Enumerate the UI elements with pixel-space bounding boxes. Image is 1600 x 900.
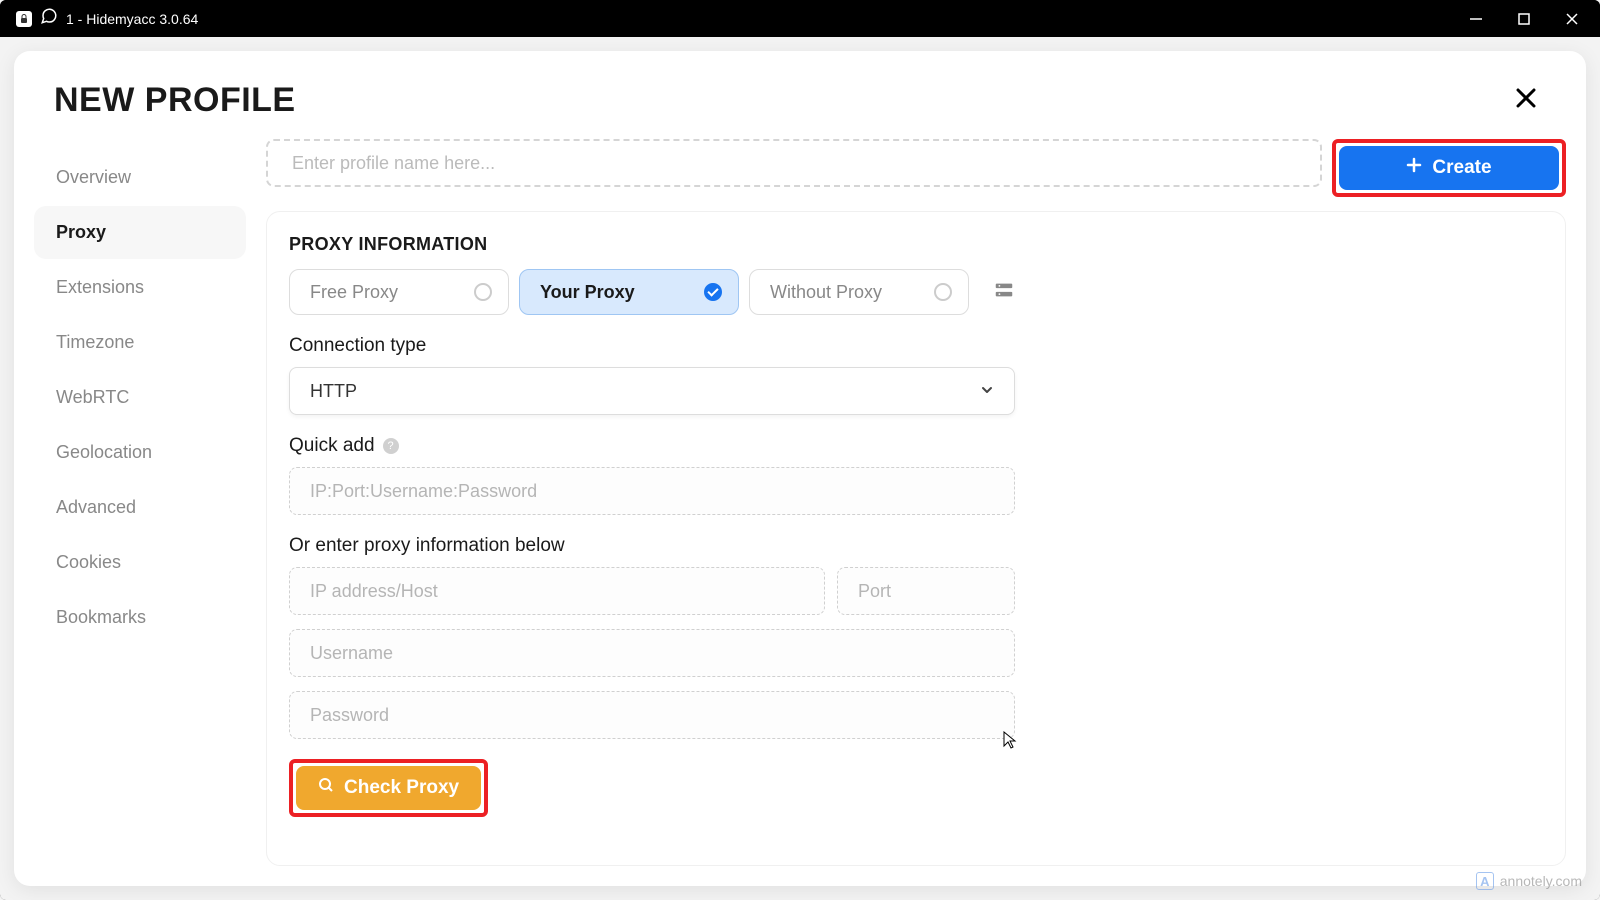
sidebar-item-bookmarks[interactable]: Bookmarks <box>34 591 246 644</box>
watermark: A annotely.com <box>1476 872 1582 890</box>
quick-add-label-text: Quick add <box>289 435 375 457</box>
plus-icon <box>1406 157 1422 179</box>
sidebar-item-label: Bookmarks <box>56 607 146 627</box>
help-icon[interactable]: ? <box>383 438 399 454</box>
radio-your-proxy[interactable]: Your Proxy <box>519 269 739 315</box>
create-button[interactable]: Create <box>1339 146 1559 190</box>
connection-type-select[interactable]: HTTP <box>289 367 1015 415</box>
radio-dot-icon <box>934 283 952 301</box>
sidebar-item-label: Timezone <box>56 332 134 352</box>
check-proxy-button[interactable]: Check Proxy <box>296 766 481 810</box>
close-modal-button[interactable] <box>1506 81 1546 121</box>
ip-host-input[interactable] <box>289 567 825 615</box>
sidebar-item-extensions[interactable]: Extensions <box>34 261 246 314</box>
radio-label: Without Proxy <box>770 282 882 303</box>
titlebar: 1 - Hidemyacc 3.0.64 <box>0 0 1600 37</box>
sidebar-item-webrtc[interactable]: WebRTC <box>34 371 246 424</box>
radio-label: Free Proxy <box>310 282 398 303</box>
username-input[interactable] <box>289 629 1015 677</box>
connection-type-label: Connection type <box>289 335 1017 357</box>
sidebar-item-label: Cookies <box>56 552 121 572</box>
radio-check-icon <box>704 283 722 301</box>
chevron-down-icon <box>980 383 994 400</box>
or-enter-label: Or enter proxy information below <box>289 535 1017 557</box>
app-icon <box>16 11 32 27</box>
quick-add-label: Quick add ? <box>289 435 1017 457</box>
radio-without-proxy[interactable]: Without Proxy <box>749 269 969 315</box>
profile-name-input[interactable] <box>266 139 1322 187</box>
sidebar: Overview Proxy Extensions Timezone WebRT… <box>34 131 246 866</box>
close-window-button[interactable] <box>1560 7 1584 31</box>
watermark-icon: A <box>1476 872 1494 890</box>
proxy-settings-icon[interactable] <box>993 279 1015 306</box>
select-value: HTTP <box>310 381 357 402</box>
sidebar-item-label: Overview <box>56 167 131 187</box>
sidebar-item-label: WebRTC <box>56 387 129 407</box>
sidebar-item-label: Proxy <box>56 222 106 242</box>
port-input[interactable] <box>837 567 1015 615</box>
page-title: NEW PROFILE <box>54 81 296 120</box>
watermark-text: annotely.com <box>1500 873 1582 889</box>
maximize-button[interactable] <box>1512 7 1536 31</box>
sidebar-item-label: Advanced <box>56 497 136 517</box>
create-button-label: Create <box>1432 157 1491 179</box>
radio-dot-icon <box>474 283 492 301</box>
radio-free-proxy[interactable]: Free Proxy <box>289 269 509 315</box>
sidebar-item-advanced[interactable]: Advanced <box>34 481 246 534</box>
radio-label: Your Proxy <box>540 282 635 303</box>
sidebar-item-overview[interactable]: Overview <box>34 151 246 204</box>
sidebar-item-geolocation[interactable]: Geolocation <box>34 426 246 479</box>
minimize-button[interactable] <box>1464 7 1488 31</box>
sidebar-item-cookies[interactable]: Cookies <box>34 536 246 589</box>
sidebar-item-timezone[interactable]: Timezone <box>34 316 246 369</box>
quick-add-input[interactable] <box>289 467 1015 515</box>
annotation-highlight-check: Check Proxy <box>289 759 488 817</box>
check-proxy-label: Check Proxy <box>344 777 459 799</box>
chat-icon <box>40 7 58 30</box>
proxy-info-heading: PROXY INFORMATION <box>289 234 1017 255</box>
sidebar-item-label: Geolocation <box>56 442 152 462</box>
sidebar-item-proxy[interactable]: Proxy <box>34 206 246 259</box>
password-input[interactable] <box>289 691 1015 739</box>
sidebar-item-label: Extensions <box>56 277 144 297</box>
annotation-highlight-create: Create <box>1332 139 1566 197</box>
window-title: 1 - Hidemyacc 3.0.64 <box>66 11 198 27</box>
search-icon <box>318 777 334 799</box>
